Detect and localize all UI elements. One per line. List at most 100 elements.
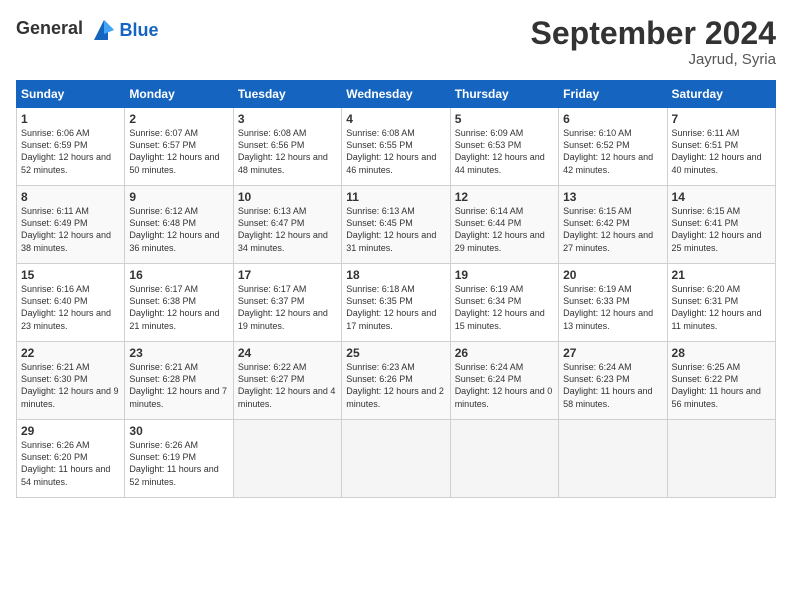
day-cell: 5Sunrise: 6:09 AMSunset: 6:53 PMDaylight… <box>450 108 558 186</box>
day-info: Sunrise: 6:06 AMSunset: 6:59 PMDaylight:… <box>21 127 120 176</box>
day-info: Sunrise: 6:12 AMSunset: 6:48 PMDaylight:… <box>129 205 228 254</box>
day-info: Sunrise: 6:11 AMSunset: 6:51 PMDaylight:… <box>672 127 771 176</box>
day-cell: 25Sunrise: 6:23 AMSunset: 6:26 PMDayligh… <box>342 342 450 420</box>
logo-text-blue: Blue <box>120 20 159 41</box>
col-friday: Friday <box>559 81 667 108</box>
day-cell: 29Sunrise: 6:26 AMSunset: 6:20 PMDayligh… <box>17 420 125 498</box>
day-cell: 14Sunrise: 6:15 AMSunset: 6:41 PMDayligh… <box>667 186 775 264</box>
week-row: 15Sunrise: 6:16 AMSunset: 6:40 PMDayligh… <box>17 264 776 342</box>
week-row: 22Sunrise: 6:21 AMSunset: 6:30 PMDayligh… <box>17 342 776 420</box>
week-row: 8Sunrise: 6:11 AMSunset: 6:49 PMDaylight… <box>17 186 776 264</box>
day-number: 18 <box>346 268 445 282</box>
day-info: Sunrise: 6:17 AMSunset: 6:37 PMDaylight:… <box>238 283 337 332</box>
empty-cell <box>667 420 775 498</box>
day-cell: 20Sunrise: 6:19 AMSunset: 6:33 PMDayligh… <box>559 264 667 342</box>
day-number: 29 <box>21 424 120 438</box>
day-cell: 18Sunrise: 6:18 AMSunset: 6:35 PMDayligh… <box>342 264 450 342</box>
header: General Blue September 2024 Jayrud, Syri… <box>16 16 776 68</box>
day-cell: 6Sunrise: 6:10 AMSunset: 6:52 PMDaylight… <box>559 108 667 186</box>
day-number: 4 <box>346 112 445 126</box>
day-cell: 21Sunrise: 6:20 AMSunset: 6:31 PMDayligh… <box>667 264 775 342</box>
week-row: 29Sunrise: 6:26 AMSunset: 6:20 PMDayligh… <box>17 420 776 498</box>
day-cell: 9Sunrise: 6:12 AMSunset: 6:48 PMDaylight… <box>125 186 233 264</box>
day-cell: 23Sunrise: 6:21 AMSunset: 6:28 PMDayligh… <box>125 342 233 420</box>
day-number: 1 <box>21 112 120 126</box>
day-number: 10 <box>238 190 337 204</box>
day-number: 26 <box>455 346 554 360</box>
day-cell: 11Sunrise: 6:13 AMSunset: 6:45 PMDayligh… <box>342 186 450 264</box>
day-cell: 27Sunrise: 6:24 AMSunset: 6:23 PMDayligh… <box>559 342 667 420</box>
day-number: 21 <box>672 268 771 282</box>
day-cell: 13Sunrise: 6:15 AMSunset: 6:42 PMDayligh… <box>559 186 667 264</box>
day-cell: 4Sunrise: 6:08 AMSunset: 6:55 PMDaylight… <box>342 108 450 186</box>
col-thursday: Thursday <box>450 81 558 108</box>
day-info: Sunrise: 6:08 AMSunset: 6:56 PMDaylight:… <box>238 127 337 176</box>
day-info: Sunrise: 6:21 AMSunset: 6:30 PMDaylight:… <box>21 361 120 410</box>
day-cell: 8Sunrise: 6:11 AMSunset: 6:49 PMDaylight… <box>17 186 125 264</box>
day-cell: 2Sunrise: 6:07 AMSunset: 6:57 PMDaylight… <box>125 108 233 186</box>
day-info: Sunrise: 6:16 AMSunset: 6:40 PMDaylight:… <box>21 283 120 332</box>
title-block: September 2024 Jayrud, Syria <box>531 16 776 68</box>
day-number: 27 <box>563 346 662 360</box>
location: Jayrud, Syria <box>531 51 776 68</box>
day-number: 11 <box>346 190 445 204</box>
day-info: Sunrise: 6:20 AMSunset: 6:31 PMDaylight:… <box>672 283 771 332</box>
col-wednesday: Wednesday <box>342 81 450 108</box>
day-number: 16 <box>129 268 228 282</box>
day-number: 28 <box>672 346 771 360</box>
day-cell: 24Sunrise: 6:22 AMSunset: 6:27 PMDayligh… <box>233 342 341 420</box>
day-info: Sunrise: 6:15 AMSunset: 6:42 PMDaylight:… <box>563 205 662 254</box>
day-cell: 30Sunrise: 6:26 AMSunset: 6:19 PMDayligh… <box>125 420 233 498</box>
day-cell: 1Sunrise: 6:06 AMSunset: 6:59 PMDaylight… <box>17 108 125 186</box>
empty-cell <box>342 420 450 498</box>
day-info: Sunrise: 6:21 AMSunset: 6:28 PMDaylight:… <box>129 361 228 410</box>
day-number: 17 <box>238 268 337 282</box>
day-number: 5 <box>455 112 554 126</box>
day-number: 9 <box>129 190 228 204</box>
day-number: 14 <box>672 190 771 204</box>
day-info: Sunrise: 6:22 AMSunset: 6:27 PMDaylight:… <box>238 361 337 410</box>
month-title: September 2024 <box>531 16 776 51</box>
day-info: Sunrise: 6:25 AMSunset: 6:22 PMDaylight:… <box>672 361 771 410</box>
day-number: 19 <box>455 268 554 282</box>
day-info: Sunrise: 6:23 AMSunset: 6:26 PMDaylight:… <box>346 361 445 410</box>
day-info: Sunrise: 6:26 AMSunset: 6:20 PMDaylight:… <box>21 439 120 488</box>
day-cell: 17Sunrise: 6:17 AMSunset: 6:37 PMDayligh… <box>233 264 341 342</box>
col-tuesday: Tuesday <box>233 81 341 108</box>
logo: General Blue <box>16 16 159 44</box>
day-cell: 10Sunrise: 6:13 AMSunset: 6:47 PMDayligh… <box>233 186 341 264</box>
day-cell: 3Sunrise: 6:08 AMSunset: 6:56 PMDaylight… <box>233 108 341 186</box>
day-cell: 7Sunrise: 6:11 AMSunset: 6:51 PMDaylight… <box>667 108 775 186</box>
day-number: 25 <box>346 346 445 360</box>
col-saturday: Saturday <box>667 81 775 108</box>
day-cell: 16Sunrise: 6:17 AMSunset: 6:38 PMDayligh… <box>125 264 233 342</box>
day-number: 20 <box>563 268 662 282</box>
day-info: Sunrise: 6:15 AMSunset: 6:41 PMDaylight:… <box>672 205 771 254</box>
day-info: Sunrise: 6:18 AMSunset: 6:35 PMDaylight:… <box>346 283 445 332</box>
day-cell: 12Sunrise: 6:14 AMSunset: 6:44 PMDayligh… <box>450 186 558 264</box>
day-number: 24 <box>238 346 337 360</box>
logo-icon <box>90 16 118 44</box>
day-info: Sunrise: 6:19 AMSunset: 6:33 PMDaylight:… <box>563 283 662 332</box>
day-info: Sunrise: 6:14 AMSunset: 6:44 PMDaylight:… <box>455 205 554 254</box>
logo-text-general: General <box>16 18 83 38</box>
day-cell: 15Sunrise: 6:16 AMSunset: 6:40 PMDayligh… <box>17 264 125 342</box>
day-info: Sunrise: 6:13 AMSunset: 6:47 PMDaylight:… <box>238 205 337 254</box>
day-info: Sunrise: 6:24 AMSunset: 6:24 PMDaylight:… <box>455 361 554 410</box>
day-number: 15 <box>21 268 120 282</box>
day-cell: 28Sunrise: 6:25 AMSunset: 6:22 PMDayligh… <box>667 342 775 420</box>
header-row: Sunday Monday Tuesday Wednesday Thursday… <box>17 81 776 108</box>
day-number: 7 <box>672 112 771 126</box>
week-row: 1Sunrise: 6:06 AMSunset: 6:59 PMDaylight… <box>17 108 776 186</box>
day-cell: 26Sunrise: 6:24 AMSunset: 6:24 PMDayligh… <box>450 342 558 420</box>
day-number: 23 <box>129 346 228 360</box>
day-number: 13 <box>563 190 662 204</box>
day-info: Sunrise: 6:26 AMSunset: 6:19 PMDaylight:… <box>129 439 228 488</box>
day-info: Sunrise: 6:10 AMSunset: 6:52 PMDaylight:… <box>563 127 662 176</box>
day-info: Sunrise: 6:08 AMSunset: 6:55 PMDaylight:… <box>346 127 445 176</box>
day-info: Sunrise: 6:07 AMSunset: 6:57 PMDaylight:… <box>129 127 228 176</box>
empty-cell <box>233 420 341 498</box>
day-info: Sunrise: 6:09 AMSunset: 6:53 PMDaylight:… <box>455 127 554 176</box>
calendar-table: Sunday Monday Tuesday Wednesday Thursday… <box>16 80 776 498</box>
day-number: 12 <box>455 190 554 204</box>
